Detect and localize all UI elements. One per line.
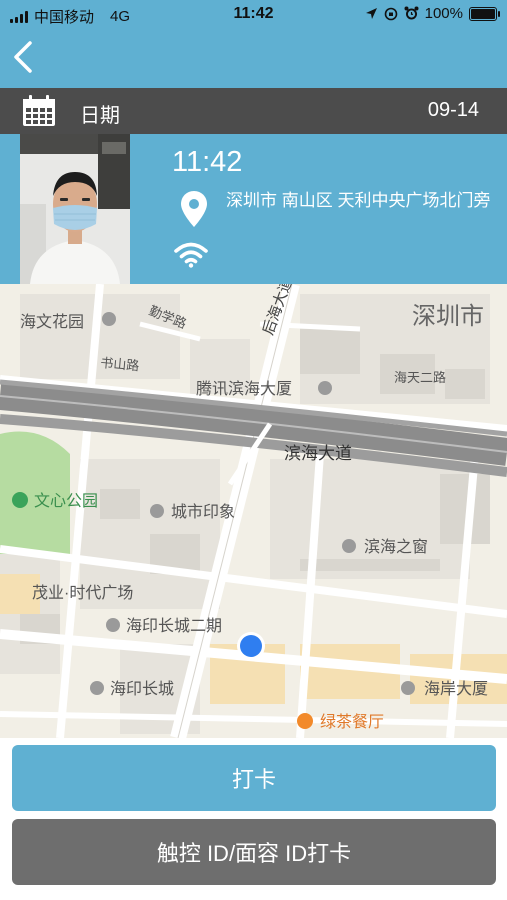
map-label-haiwen-huayuan: 海文花园 [20,313,84,331]
battery-percent: 100% [424,5,463,22]
map-label-maoye-plaza: 茂业·时代广场 [32,584,133,602]
chevron-left-icon [14,41,32,73]
date-value: 09-14 [427,99,479,121]
rotation-lock-icon [384,7,397,20]
user-face-photo[interactable] [20,134,130,284]
map-label-haiyin-2: 海印长城二期 [126,617,222,635]
map-label-haian-building: 海岸大厦 [424,680,488,698]
map-view[interactable]: 海文花园 勤学路 后海大道 深圳市 书山路 腾讯滨海大厦 海天二路 滨海大道 文… [0,284,507,738]
battery-icon [469,6,500,21]
map-label-haitian-road-2: 海天二路 [394,370,446,385]
location-arrow-icon [365,8,377,19]
alarm-icon [404,6,419,20]
date-row: 日期 09-14 [0,88,507,134]
date-label: 日期 [80,105,120,127]
location-pin-icon [181,191,207,227]
biometric-clock-in-button[interactable]: 触控 ID/面容 ID打卡 [12,819,496,885]
clock-time: 11:42 [172,146,243,178]
wifi-icon [174,242,208,268]
map-label-binhai-avenue: 滨海大道 [284,444,352,463]
status-bar: 中国移动 4G 11:42 100% [0,0,507,30]
clock-location: 深圳市 南山区 天利中央广场北门旁 [226,191,491,210]
clock-record-panel: 11:42 深圳市 南山区 天利中央广场北门旁 [0,134,507,284]
map-label-green-tea: 绿茶餐厅 [320,713,384,731]
map-label-binhai-window: 滨海之窗 [364,538,428,556]
status-bar-right: 100% [365,5,500,22]
clock-in-button[interactable]: 打卡 [12,745,496,811]
calendar-icon [23,95,55,126]
map-label-city-impression: 城市印象 [171,503,235,521]
map-label-tencent-building: 腾讯滨海大厦 [196,380,292,398]
map-label-haiyin: 海印长城 [110,680,174,698]
map-label-shenzhen-city: 深圳市 [412,303,484,330]
back-button[interactable] [10,40,38,74]
map-label-wenxin-park: 文心公园 [34,492,98,510]
